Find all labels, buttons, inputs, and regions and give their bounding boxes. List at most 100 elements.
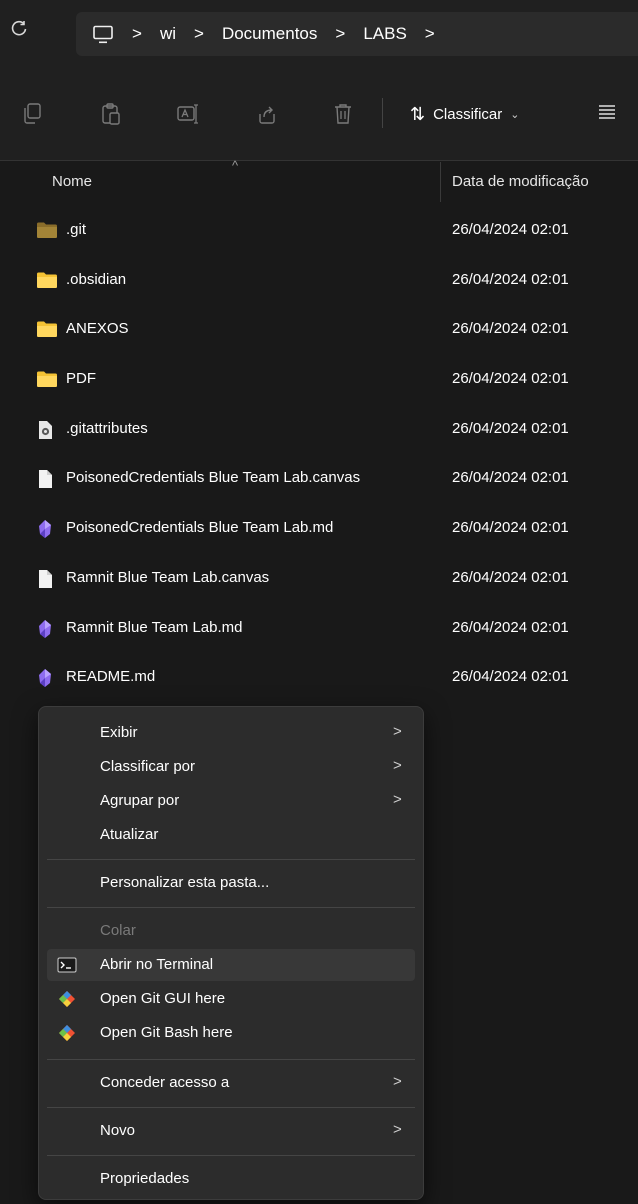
menu-item-conceder-acesso[interactable]: Conceder acesso a > bbox=[47, 1067, 415, 1099]
file-name: .gitattributes bbox=[66, 419, 148, 437]
menu-item-agrupar-por[interactable]: Agrupar por > bbox=[47, 785, 415, 817]
file-row[interactable]: PoisonedCredentials Blue Team Lab.md 26/0… bbox=[0, 504, 638, 554]
settings-file-icon bbox=[36, 420, 56, 439]
menu-item-git-bash[interactable]: Open Git Bash here bbox=[47, 1017, 415, 1049]
sort-arrows-icon: ⇅ bbox=[410, 103, 426, 124]
file-date: 26/04/2024 02:01 bbox=[452, 519, 569, 537]
menu-divider bbox=[47, 1059, 415, 1060]
sort-caret-icon: ^ bbox=[232, 158, 239, 173]
context-menu: Exibir > Classificar por > Agrupar por >… bbox=[38, 706, 424, 1200]
file-date: 26/04/2024 02:01 bbox=[452, 469, 569, 487]
menu-item-personalizar-pasta[interactable]: Personalizar esta pasta... bbox=[47, 867, 415, 899]
command-bar: ⇅ Classificar ⌄ bbox=[0, 68, 638, 161]
folder-icon bbox=[36, 271, 57, 289]
file-name: PoisonedCredentials Blue Team Lab.canvas bbox=[66, 469, 361, 487]
chevron-right-icon: > bbox=[393, 791, 402, 808]
file-row[interactable]: PDF 26/04/2024 02:01 bbox=[0, 355, 638, 405]
menu-item-label: Novo bbox=[100, 1122, 136, 1139]
obsidian-icon bbox=[36, 519, 56, 539]
file-date: 26/04/2024 02:01 bbox=[452, 568, 569, 586]
file-row[interactable]: .gitattributes 26/04/2024 02:01 bbox=[0, 405, 638, 455]
menu-divider bbox=[47, 907, 415, 908]
delete-icon[interactable] bbox=[332, 102, 354, 126]
column-header-name[interactable]: Nome bbox=[52, 173, 92, 190]
chevron-right-icon: > bbox=[393, 1073, 402, 1090]
breadcrumb-item-labs[interactable]: LABS bbox=[363, 24, 406, 44]
terminal-icon bbox=[57, 956, 77, 974]
file-date: 26/04/2024 02:01 bbox=[452, 419, 569, 437]
chevron-right-icon: > bbox=[393, 757, 402, 774]
file-list: .git 26/04/2024 02:01 .obsidian 26/04/2024 … bbox=[0, 206, 638, 703]
file-name: ANEXOS bbox=[66, 320, 129, 338]
address-bar: > wi > Documentos > LABS > bbox=[0, 0, 638, 68]
file-name: .obsidian bbox=[66, 270, 127, 288]
breadcrumb-separator: > bbox=[132, 24, 142, 43]
folder-icon bbox=[36, 370, 57, 388]
file-date: 26/04/2024 02:01 bbox=[452, 221, 569, 238]
file-name: Ramnit Blue Team Lab.canvas bbox=[66, 568, 270, 586]
breadcrumb[interactable]: > wi > Documentos > LABS > bbox=[76, 12, 638, 56]
breadcrumb-separator[interactable]: > bbox=[425, 24, 435, 44]
folder-icon bbox=[36, 320, 57, 338]
breadcrumb-item-wi[interactable]: wi bbox=[160, 24, 176, 44]
chevron-down-icon: ⌄ bbox=[510, 108, 520, 121]
menu-item-propriedades[interactable]: Propriedades bbox=[47, 1163, 415, 1195]
menu-item-label: Abrir no Terminal bbox=[100, 956, 214, 973]
menu-item-label: Agrupar por bbox=[100, 792, 180, 809]
file-name: .git bbox=[66, 221, 87, 238]
menu-divider bbox=[47, 859, 415, 860]
file-date: 26/04/2024 02:01 bbox=[452, 370, 569, 388]
column-header-row: ^ Nome Data de modificação bbox=[0, 158, 638, 206]
file-name: Ramnit Blue Team Lab.md bbox=[66, 618, 243, 636]
computer-icon[interactable] bbox=[92, 25, 114, 44]
file-name: README.md bbox=[66, 668, 156, 686]
file-date: 26/04/2024 02:01 bbox=[452, 618, 569, 636]
menu-item-label: Atualizar bbox=[100, 826, 159, 843]
git-icon bbox=[57, 1024, 77, 1042]
menu-item-exibir[interactable]: Exibir > bbox=[47, 717, 415, 749]
folder-dark-icon bbox=[36, 221, 57, 239]
menu-divider bbox=[47, 1107, 415, 1108]
share-icon[interactable] bbox=[256, 102, 278, 126]
rename-icon[interactable] bbox=[176, 102, 198, 126]
file-row[interactable]: .obsidian 26/04/2024 02:01 bbox=[0, 256, 638, 306]
file-row[interactable]: ANEXOS 26/04/2024 02:01 bbox=[0, 305, 638, 355]
breadcrumb-item-documentos[interactable]: Documentos bbox=[222, 24, 317, 44]
menu-item-label: Conceder acesso a bbox=[100, 1074, 230, 1091]
menu-item-colar: Colar bbox=[47, 915, 415, 947]
refresh-icon[interactable] bbox=[10, 20, 34, 44]
column-divider[interactable] bbox=[440, 162, 441, 202]
file-row[interactable]: Ramnit Blue Team Lab.canvas 26/04/2024 02… bbox=[0, 554, 638, 604]
file-row[interactable]: .git 26/04/2024 02:01 bbox=[0, 206, 638, 256]
menu-item-atualizar[interactable]: Atualizar bbox=[47, 819, 415, 851]
menu-item-label: Open Git Bash here bbox=[100, 1024, 233, 1041]
menu-item-git-gui[interactable]: Open Git GUI here bbox=[47, 983, 415, 1015]
breadcrumb-separator: > bbox=[335, 24, 346, 43]
copy-icon[interactable] bbox=[22, 102, 44, 126]
file-date: 26/04/2024 02:01 bbox=[452, 668, 569, 686]
file-row[interactable]: README.md 26/04/2024 02:01 bbox=[0, 653, 638, 703]
file-row[interactable]: PoisonedCredentials Blue Team Lab.canvas… bbox=[0, 454, 638, 504]
paste-icon[interactable] bbox=[100, 102, 122, 126]
menu-item-label: Classificar por bbox=[100, 758, 196, 775]
breadcrumb-separator: > bbox=[194, 24, 204, 43]
sort-label: Classificar bbox=[433, 105, 503, 123]
file-name: PDF bbox=[66, 370, 96, 388]
file-icon bbox=[36, 469, 56, 489]
menu-divider bbox=[47, 1155, 415, 1156]
menu-item-label: Propriedades bbox=[100, 1170, 190, 1187]
menu-item-classificar-por[interactable]: Classificar por > bbox=[47, 751, 415, 783]
view-menu-icon[interactable] bbox=[598, 104, 616, 120]
sort-button[interactable]: ⇅ Classificar ⌄ bbox=[410, 100, 520, 128]
file-icon bbox=[36, 569, 56, 588]
chevron-right-icon: > bbox=[393, 723, 402, 740]
menu-item-abrir-terminal[interactable]: Abrir no Terminal bbox=[47, 949, 415, 981]
obsidian-icon bbox=[36, 619, 56, 638]
menu-item-label: Open Git GUI here bbox=[100, 990, 226, 1007]
menu-item-label: Colar bbox=[100, 922, 136, 939]
menu-item-novo[interactable]: Novo > bbox=[47, 1115, 415, 1147]
toolbar-divider bbox=[382, 98, 383, 128]
file-row[interactable]: Ramnit Blue Team Lab.md 26/04/2024 02:01 bbox=[0, 604, 638, 654]
file-name: PoisonedCredentials Blue Team Lab.md bbox=[66, 519, 334, 537]
column-header-date[interactable]: Data de modificação bbox=[452, 173, 589, 190]
